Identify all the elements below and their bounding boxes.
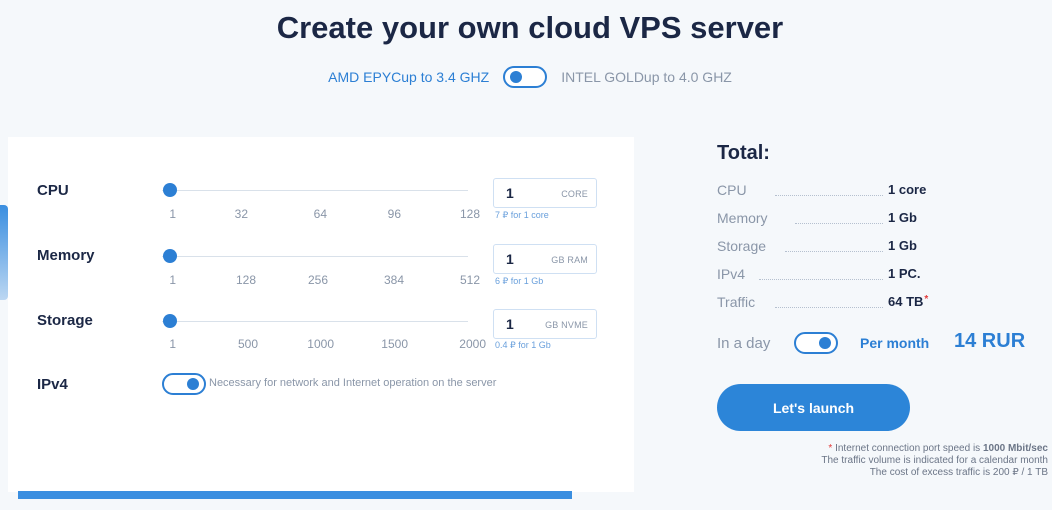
storage-tick: 500 xyxy=(237,337,258,351)
storage-tick: 1000 xyxy=(307,337,334,351)
memory-value: 1 xyxy=(506,251,514,267)
footnote-line: * Internet connection port speed is 1000… xyxy=(748,443,1048,455)
memory-slider-track[interactable] xyxy=(162,256,468,257)
memory-tick: 384 xyxy=(383,273,404,287)
dotted-leader xyxy=(795,223,883,224)
processor-option-intel[interactable]: INTEL GOLDup to 4.0 GHZ xyxy=(561,69,732,85)
total-key: IPv4 xyxy=(717,266,746,282)
memory-tick: 512 xyxy=(459,273,480,287)
billing-period-switch: In a day Per month 14 RUR xyxy=(717,330,1047,356)
total-row-traffic: Traffic 64 TB* xyxy=(717,294,1037,314)
cpu-label: CPU xyxy=(37,182,69,199)
toggle-knob xyxy=(187,378,199,390)
cpu-slider-track[interactable] xyxy=(162,190,468,191)
configurator-bottom-bar xyxy=(18,491,572,499)
total-row-storage: Storage 1 Gb xyxy=(717,238,1037,258)
storage-unit: GB NVME xyxy=(545,320,588,330)
footnote-line: The cost of excess traffic is 200 ₽ / 1 … xyxy=(869,467,1048,478)
total-value: 64 TB* xyxy=(888,294,928,309)
cpu-tick: 32 xyxy=(234,207,248,221)
cpu-tick: 128 xyxy=(459,207,480,221)
total-key: Storage xyxy=(717,238,767,254)
traffic-value: 64 TB xyxy=(888,294,924,309)
total-row-memory: Memory 1 Gb xyxy=(717,210,1037,230)
storage-slider-thumb[interactable] xyxy=(163,314,177,328)
toggle-knob xyxy=(510,71,523,83)
memory-price-note: 6 ₽ for 1 Gb xyxy=(495,276,544,286)
dotted-leader xyxy=(775,195,883,196)
storage-slider-track[interactable] xyxy=(162,321,468,322)
total-title: Total: xyxy=(717,142,770,164)
cpu-tick: 64 xyxy=(313,207,327,221)
dotted-leader xyxy=(759,279,883,280)
storage-tick: 1 xyxy=(169,337,176,351)
memory-tick: 1 xyxy=(169,273,176,287)
period-month-label[interactable]: Per month xyxy=(860,335,929,351)
total-value: 1 PC. xyxy=(888,266,921,281)
total-row-cpu: CPU 1 core xyxy=(717,182,1037,202)
period-toggle[interactable] xyxy=(794,332,838,354)
cpu-value: 1 xyxy=(506,185,514,201)
memory-tick: 256 xyxy=(307,273,328,287)
total-value: 1 Gb xyxy=(888,238,917,253)
storage-label: Storage xyxy=(37,312,93,329)
period-day-label[interactable]: In a day xyxy=(717,335,770,352)
ipv4-label: IPv4 xyxy=(37,376,68,393)
total-value: 1 core xyxy=(888,182,927,197)
memory-unit: GB RAM xyxy=(551,255,588,265)
cpu-slider-thumb[interactable] xyxy=(163,183,177,197)
storage-price-note: 0.4 ₽ for 1 Gb xyxy=(495,340,551,350)
decorative-accent xyxy=(0,205,8,300)
processor-option-amd[interactable]: AMD EPYCup to 3.4 GHZ xyxy=(328,69,489,85)
memory-value-input[interactable]: 1 GB RAM xyxy=(493,244,597,274)
total-key: Memory xyxy=(717,210,768,226)
total-key: Traffic xyxy=(717,294,756,310)
memory-tick: 128 xyxy=(235,273,256,287)
ipv4-toggle[interactable] xyxy=(162,373,206,395)
toggle-knob xyxy=(819,337,831,349)
dotted-leader xyxy=(775,307,883,308)
cpu-tick: 96 xyxy=(387,207,401,221)
launch-button[interactable]: Let's launch xyxy=(717,384,910,431)
total-price: 14 RUR xyxy=(954,330,1026,352)
cpu-tick: 1 xyxy=(169,207,176,221)
processor-switch: AMD EPYCup to 3.4 GHZ INTEL GOLDup to 4.… xyxy=(0,66,1052,88)
footnote-line: The traffic volume is indicated for a ca… xyxy=(821,455,1048,466)
total-row-ipv4: IPv4 1 PC. xyxy=(717,266,1037,286)
memory-slider-thumb[interactable] xyxy=(163,249,177,263)
port-speed: 1000 Mbit/sec xyxy=(982,443,1048,454)
cpu-price-note: 7 ₽ for 1 core xyxy=(495,210,549,220)
cpu-unit: CORE xyxy=(561,189,588,199)
footnote-text: Internet connection port speed is xyxy=(832,443,983,454)
dotted-leader xyxy=(785,251,883,252)
footnotes: * Internet connection port speed is 1000… xyxy=(748,443,1048,479)
memory-label: Memory xyxy=(37,247,95,264)
processor-toggle[interactable] xyxy=(503,66,548,88)
total-value: 1 Gb xyxy=(888,210,917,225)
storage-tick: 2000 xyxy=(459,337,486,351)
page-title: Create your own cloud VPS server xyxy=(276,10,784,45)
ipv4-note: Necessary for network and Internet opera… xyxy=(209,377,497,389)
footnote-marker: * xyxy=(924,294,929,305)
cpu-value-input[interactable]: 1 CORE xyxy=(493,178,597,208)
storage-tick: 1500 xyxy=(381,337,408,351)
storage-value-input[interactable]: 1 GB NVME xyxy=(493,309,597,339)
storage-value: 1 xyxy=(506,316,514,332)
total-key: CPU xyxy=(717,182,747,198)
